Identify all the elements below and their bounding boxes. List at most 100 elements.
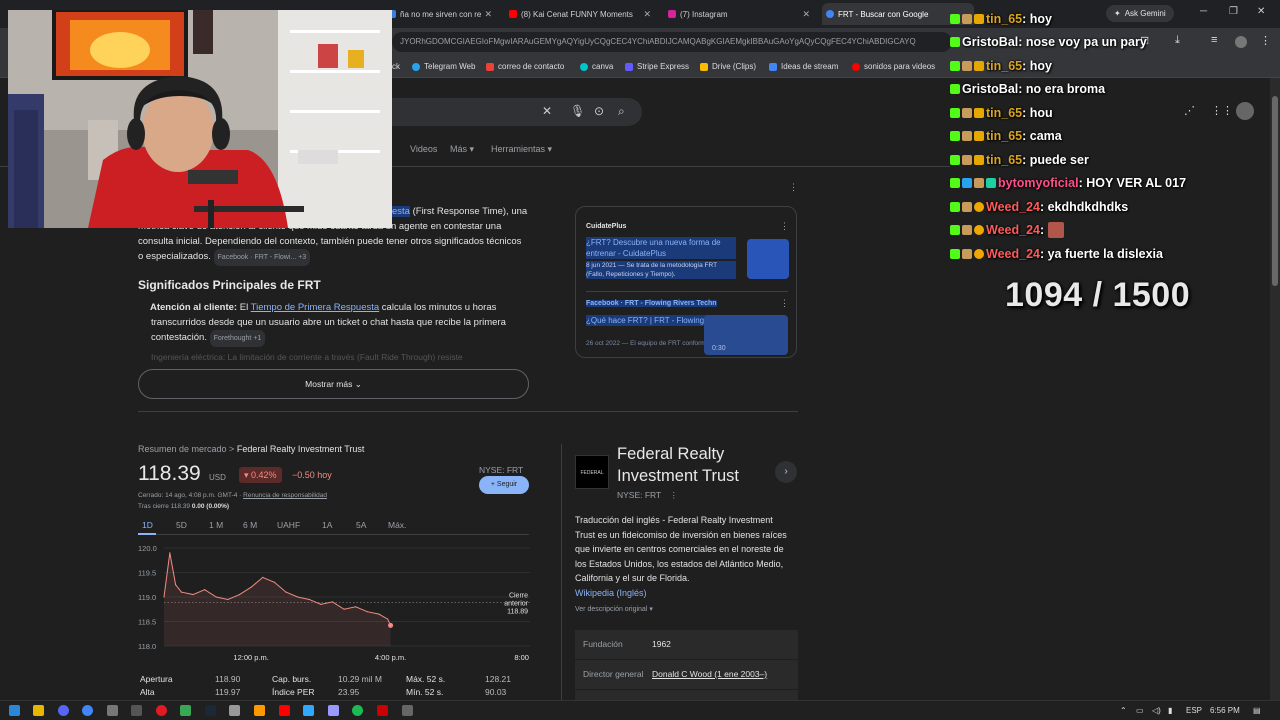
close-icon[interactable]: ✕: [643, 9, 651, 20]
bookmark-item[interactable]: Drive (Clips): [700, 62, 756, 71]
more-options-icon[interactable]: ⋮: [669, 490, 678, 500]
clock[interactable]: 6:56 PM: [1210, 706, 1240, 715]
chat-username: Weed_24: [986, 223, 1040, 237]
url-field[interactable]: JYORhGDOMCGIAEGIoFMgwIARAuGEMYgAQYigUyCQ…: [392, 32, 952, 52]
bookmark-item[interactable]: ck: [392, 62, 400, 71]
app-icon[interactable]: [107, 705, 118, 716]
app-icon[interactable]: [229, 705, 240, 716]
search-box[interactable]: ✕ 🎙 ⊙ ⌕: [392, 98, 642, 126]
bullet-label: Atención al cliente:: [150, 302, 238, 313]
microphone-icon[interactable]: 🎙: [570, 104, 585, 118]
tab-1[interactable]: ña no me sirven con re ✕: [384, 3, 498, 25]
mic-icon[interactable]: ▮: [1168, 706, 1172, 715]
gmail-icon: [486, 62, 494, 71]
start-icon[interactable]: [9, 705, 20, 716]
fact-value-link[interactable]: Donald C Wood (1 ene 2003–): [652, 660, 767, 689]
data-point: [180, 591, 183, 593]
data-point: [308, 598, 310, 601]
card-source: Facebook · FRT - Flowing Rivers Techn: [586, 300, 717, 307]
range-tab[interactable]: 5A: [356, 520, 366, 530]
bookmark-item[interactable]: correo de contacto: [486, 62, 564, 71]
steam-icon[interactable]: [205, 705, 216, 716]
app-icon[interactable]: [131, 705, 142, 716]
sound-icon: [852, 62, 860, 71]
stat-value: 119.97: [215, 687, 241, 697]
tab-3[interactable]: (7) Instagram ✕: [664, 3, 816, 25]
filter-more[interactable]: Más ▾: [450, 144, 474, 155]
original-description-link[interactable]: Ver descripción original ▾: [575, 605, 653, 613]
data-point: [355, 606, 357, 608]
card-source: CuidatePlus: [586, 223, 627, 230]
filter-tools[interactable]: Herramientas ▾: [491, 144, 552, 155]
emote-badge-icon: [962, 131, 972, 141]
obs-icon[interactable]: [156, 705, 167, 716]
range-tab[interactable]: 1A: [322, 520, 332, 530]
follow-button[interactable]: + Seguir: [479, 476, 529, 494]
range-tab[interactable]: 1D: [142, 520, 153, 530]
close-icon[interactable]: ✕: [484, 9, 492, 20]
kick-badge-icon: [950, 14, 960, 24]
scrollbar[interactable]: [1270, 78, 1280, 700]
chevron-right-icon[interactable]: ›: [775, 461, 797, 483]
coin-badge-icon: [974, 225, 984, 235]
bookmark-item[interactable]: Stripe Express: [625, 62, 689, 71]
bookmark-item[interactable]: sonidos para videos: [852, 62, 935, 71]
app-icon[interactable]: [377, 705, 388, 716]
card-title-link[interactable]: ¿FRT? Descubre una nueva forma de entren…: [586, 237, 736, 259]
close-icon[interactable]: ✕: [802, 9, 810, 20]
kp-description-text: Traducción del inglés - Federal Realty I…: [575, 515, 787, 583]
discord-icon[interactable]: [58, 705, 69, 716]
source-chip[interactable]: Forethought +1: [209, 330, 266, 347]
tray-chevron-icon[interactable]: ⌃: [1120, 706, 1127, 715]
change-absolute: −0.50 hoy: [292, 470, 332, 480]
price-chart[interactable]: 120.0 119.5 119.0 118.5 118.0 12:00 p.m. 4:00 …: [138, 540, 530, 666]
highlighted-term[interactable]: esta: [392, 206, 410, 217]
source-chip[interactable]: Facebook · FRT - Flowi... +3: [213, 249, 311, 266]
bookmark-item[interactable]: Telegram Web: [412, 62, 475, 71]
kick-badge-icon: [950, 61, 960, 71]
file-explorer-icon[interactable]: [33, 705, 44, 716]
show-more-button[interactable]: Mostrar más ⌄: [138, 369, 529, 399]
photoshop-icon[interactable]: [303, 705, 314, 716]
chat-message: bytomyoficial: HOY VER AL 017: [950, 173, 1186, 193]
kick-badge-icon: [950, 155, 960, 165]
tab-2[interactable]: (8) Kai Cenat FUNNY Moments ✕: [505, 3, 657, 25]
video-thumbnail[interactable]: 0:30: [704, 315, 788, 355]
range-tab[interactable]: 5D: [176, 520, 187, 530]
range-tab[interactable]: 6 M: [243, 520, 257, 530]
disclaimer-link[interactable]: Renuncia de responsabilidad: [243, 492, 327, 499]
wikipedia-link[interactable]: Wikipedia (Inglés): [575, 588, 647, 598]
volume-icon[interactable]: ◁): [1152, 706, 1161, 715]
kick-badge-icon: [950, 84, 960, 94]
filter-videos[interactable]: Videos: [410, 144, 437, 154]
app-icon[interactable]: [254, 705, 265, 716]
app-icon[interactable]: [402, 705, 413, 716]
app-icon[interactable]: [279, 705, 290, 716]
search-icon[interactable]: ⌕: [618, 104, 625, 119]
chrome-icon[interactable]: [82, 705, 93, 716]
scrollbar-thumb[interactable]: [1272, 96, 1278, 286]
stat-label: Índice PER: [272, 687, 315, 697]
bookmark-item[interactable]: Ideas de stream: [769, 62, 838, 71]
spotify-icon[interactable]: [352, 705, 363, 716]
premiere-icon[interactable]: [328, 705, 339, 716]
language-indicator[interactable]: ESP: [1186, 706, 1202, 715]
lens-icon[interactable]: ⊙: [594, 104, 604, 118]
chat-message: GristoBal: nose voy pa un pary: [950, 32, 1147, 52]
range-tab[interactable]: UAHF: [277, 520, 300, 530]
bookmark-item[interactable]: canva: [580, 62, 613, 71]
data-point: [215, 596, 217, 598]
tab-label: (8) Kai Cenat FUNNY Moments: [521, 9, 633, 19]
clear-icon[interactable]: ✕: [542, 104, 552, 118]
notifications-icon[interactable]: ▤: [1253, 706, 1261, 715]
bullet-link[interactable]: Tiempo de Primera Respuesta: [251, 302, 379, 313]
range-tab[interactable]: Máx.: [388, 520, 406, 530]
chat-text: : ya fuerte la dislexia: [1039, 247, 1163, 261]
network-icon[interactable]: ▭: [1136, 706, 1144, 715]
range-tab[interactable]: 1 M: [209, 520, 223, 530]
more-options-icon[interactable]: ⋮: [780, 298, 789, 309]
previous-close-label: anterior: [504, 600, 528, 607]
more-options-icon[interactable]: ⋮: [789, 182, 798, 193]
more-options-icon[interactable]: ⋮: [780, 221, 789, 232]
app-icon[interactable]: [180, 705, 191, 716]
